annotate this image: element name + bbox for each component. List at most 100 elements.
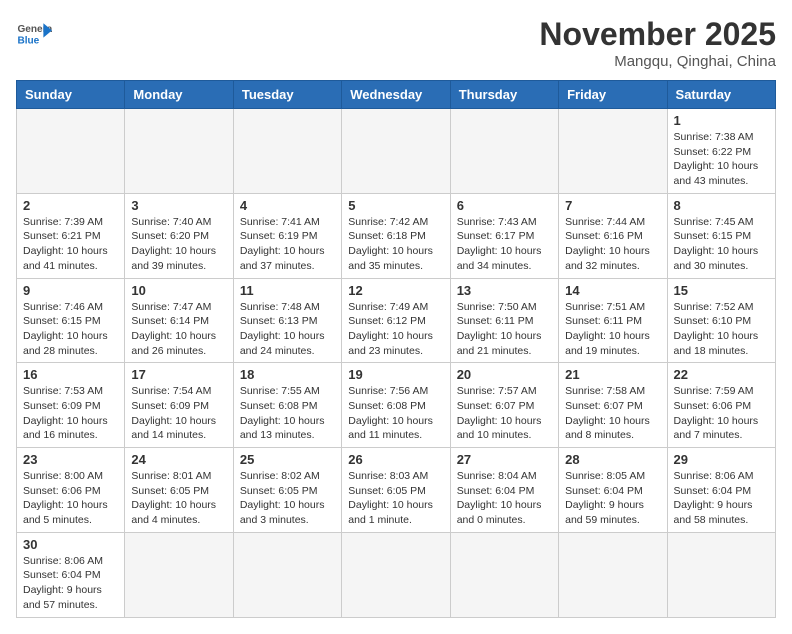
day-info: Sunrise: 7:41 AM Sunset: 6:19 PM Dayligh… xyxy=(240,215,335,274)
column-header-monday: Monday xyxy=(125,81,233,109)
calendar-cell xyxy=(450,109,558,194)
day-number: 27 xyxy=(457,452,552,467)
day-info: Sunrise: 7:59 AM Sunset: 6:06 PM Dayligh… xyxy=(674,384,769,443)
day-number: 3 xyxy=(131,198,226,213)
day-info: Sunrise: 7:47 AM Sunset: 6:14 PM Dayligh… xyxy=(131,300,226,359)
day-info: Sunrise: 8:05 AM Sunset: 6:04 PM Dayligh… xyxy=(565,469,660,528)
month-title: November 2025 xyxy=(539,16,776,53)
calendar-cell: 3Sunrise: 7:40 AM Sunset: 6:20 PM Daylig… xyxy=(125,193,233,278)
calendar-cell: 5 Sunrise: 7:42 AM Sunset: 6:18 PM Daylig… xyxy=(342,193,450,278)
day-info: Sunrise: 7:39 AM Sunset: 6:21 PM Dayligh… xyxy=(23,215,118,274)
calendar-cell: 6Sunrise: 7:43 AM Sunset: 6:17 PM Daylig… xyxy=(450,193,558,278)
day-number: 2 xyxy=(23,198,118,213)
calendar-cell: 23 Sunrise: 8:00 AM Sunset: 6:06 PM Dayli… xyxy=(17,448,125,533)
day-info: Sunrise: 7:43 AM Sunset: 6:17 PM Dayligh… xyxy=(457,215,552,274)
day-number: 5 xyxy=(348,198,443,213)
day-number: 16 xyxy=(23,367,118,382)
day-number: 22 xyxy=(674,367,769,382)
calendar-cell: 16 Sunrise: 7:53 AM Sunset: 6:09 PM Dayli… xyxy=(17,363,125,448)
day-number: 19 xyxy=(348,367,443,382)
day-number: 11 xyxy=(240,283,335,298)
day-number: 15 xyxy=(674,283,769,298)
calendar-cell: 7Sunrise: 7:44 AM Sunset: 6:16 PM Daylig… xyxy=(559,193,667,278)
column-header-saturday: Saturday xyxy=(667,81,775,109)
day-info: Sunrise: 7:44 AM Sunset: 6:16 PM Dayligh… xyxy=(565,215,660,274)
day-number: 25 xyxy=(240,452,335,467)
day-number: 12 xyxy=(348,283,443,298)
column-header-thursday: Thursday xyxy=(450,81,558,109)
location: Mangqu, Qinghai, China xyxy=(539,53,776,70)
day-number: 21 xyxy=(565,367,660,382)
calendar-cell xyxy=(667,532,775,617)
calendar-cell: 22 Sunrise: 7:59 AM Sunset: 6:06 PM Dayli… xyxy=(667,363,775,448)
day-number: 10 xyxy=(131,283,226,298)
day-number: 14 xyxy=(565,283,660,298)
day-info: Sunrise: 7:42 AM Sunset: 6:18 PM Dayligh… xyxy=(348,215,443,274)
day-number: 8 xyxy=(674,198,769,213)
calendar-cell: 27 Sunrise: 8:04 AM Sunset: 6:04 PM Dayli… xyxy=(450,448,558,533)
calendar-week-2: 2 Sunrise: 7:39 AM Sunset: 6:21 PM Daylig… xyxy=(17,193,776,278)
calendar-cell xyxy=(342,109,450,194)
day-info: Sunrise: 7:53 AM Sunset: 6:09 PM Dayligh… xyxy=(23,384,118,443)
day-number: 17 xyxy=(131,367,226,382)
calendar-cell xyxy=(559,109,667,194)
day-info: Sunrise: 8:06 AM Sunset: 6:04 PM Dayligh… xyxy=(23,554,118,613)
calendar: SundayMondayTuesdayWednesdayThursdayFrid… xyxy=(16,80,776,618)
day-info: Sunrise: 7:55 AM Sunset: 6:08 PM Dayligh… xyxy=(240,384,335,443)
calendar-cell: 15 Sunrise: 7:52 AM Sunset: 6:10 PM Dayli… xyxy=(667,278,775,363)
svg-text:Blue: Blue xyxy=(17,35,39,46)
day-number: 9 xyxy=(23,283,118,298)
calendar-cell: 8Sunrise: 7:45 AM Sunset: 6:15 PM Daylig… xyxy=(667,193,775,278)
calendar-week-3: 9 Sunrise: 7:46 AM Sunset: 6:15 PM Daylig… xyxy=(17,278,776,363)
calendar-week-1: 1Sunrise: 7:38 AM Sunset: 6:22 PM Daylig… xyxy=(17,109,776,194)
day-info: Sunrise: 7:58 AM Sunset: 6:07 PM Dayligh… xyxy=(565,384,660,443)
calendar-cell xyxy=(125,109,233,194)
day-number: 4 xyxy=(240,198,335,213)
calendar-cell: 9 Sunrise: 7:46 AM Sunset: 6:15 PM Daylig… xyxy=(17,278,125,363)
calendar-cell: 28 Sunrise: 8:05 AM Sunset: 6:04 PM Dayli… xyxy=(559,448,667,533)
day-info: Sunrise: 8:03 AM Sunset: 6:05 PM Dayligh… xyxy=(348,469,443,528)
calendar-cell: 14 Sunrise: 7:51 AM Sunset: 6:11 PM Dayli… xyxy=(559,278,667,363)
header: General Blue November 2025 Mangqu, Qingh… xyxy=(16,16,776,70)
calendar-cell: 19Sunrise: 7:56 AM Sunset: 6:08 PM Dayli… xyxy=(342,363,450,448)
day-number: 24 xyxy=(131,452,226,467)
logo-icon: General Blue xyxy=(16,16,52,52)
day-number: 13 xyxy=(457,283,552,298)
calendar-week-6: 30 Sunrise: 8:06 AM Sunset: 6:04 PM Dayli… xyxy=(17,532,776,617)
calendar-cell: 2 Sunrise: 7:39 AM Sunset: 6:21 PM Daylig… xyxy=(17,193,125,278)
day-info: Sunrise: 8:01 AM Sunset: 6:05 PM Dayligh… xyxy=(131,469,226,528)
day-info: Sunrise: 7:48 AM Sunset: 6:13 PM Dayligh… xyxy=(240,300,335,359)
calendar-cell: 30 Sunrise: 8:06 AM Sunset: 6:04 PM Dayli… xyxy=(17,532,125,617)
day-info: Sunrise: 7:46 AM Sunset: 6:15 PM Dayligh… xyxy=(23,300,118,359)
day-number: 30 xyxy=(23,537,118,552)
day-number: 28 xyxy=(565,452,660,467)
calendar-cell: 10 Sunrise: 7:47 AM Sunset: 6:14 PM Dayli… xyxy=(125,278,233,363)
day-info: Sunrise: 7:50 AM Sunset: 6:11 PM Dayligh… xyxy=(457,300,552,359)
day-info: Sunrise: 8:04 AM Sunset: 6:04 PM Dayligh… xyxy=(457,469,552,528)
logo: General Blue xyxy=(16,16,52,52)
calendar-cell: 26 Sunrise: 8:03 AM Sunset: 6:05 PM Dayli… xyxy=(342,448,450,533)
calendar-cell: 18Sunrise: 7:55 AM Sunset: 6:08 PM Dayli… xyxy=(233,363,341,448)
day-info: Sunrise: 8:00 AM Sunset: 6:06 PM Dayligh… xyxy=(23,469,118,528)
calendar-cell: 25 Sunrise: 8:02 AM Sunset: 6:05 PM Dayli… xyxy=(233,448,341,533)
column-header-tuesday: Tuesday xyxy=(233,81,341,109)
calendar-cell xyxy=(233,532,341,617)
day-info: Sunrise: 7:49 AM Sunset: 6:12 PM Dayligh… xyxy=(348,300,443,359)
calendar-cell xyxy=(559,532,667,617)
calendar-cell: 13 Sunrise: 7:50 AM Sunset: 6:11 PM Dayli… xyxy=(450,278,558,363)
day-number: 1 xyxy=(674,113,769,128)
day-number: 23 xyxy=(23,452,118,467)
column-header-friday: Friday xyxy=(559,81,667,109)
calendar-cell: 29Sunrise: 8:06 AM Sunset: 6:04 PM Dayli… xyxy=(667,448,775,533)
day-info: Sunrise: 7:57 AM Sunset: 6:07 PM Dayligh… xyxy=(457,384,552,443)
title-area: November 2025 Mangqu, Qinghai, China xyxy=(539,16,776,70)
day-number: 26 xyxy=(348,452,443,467)
column-header-sunday: Sunday xyxy=(17,81,125,109)
calendar-cell xyxy=(233,109,341,194)
calendar-cell: 17Sunrise: 7:54 AM Sunset: 6:09 PM Dayli… xyxy=(125,363,233,448)
day-info: Sunrise: 8:02 AM Sunset: 6:05 PM Dayligh… xyxy=(240,469,335,528)
calendar-week-5: 23 Sunrise: 8:00 AM Sunset: 6:06 PM Dayli… xyxy=(17,448,776,533)
column-header-wednesday: Wednesday xyxy=(342,81,450,109)
day-info: Sunrise: 7:51 AM Sunset: 6:11 PM Dayligh… xyxy=(565,300,660,359)
day-info: Sunrise: 7:52 AM Sunset: 6:10 PM Dayligh… xyxy=(674,300,769,359)
